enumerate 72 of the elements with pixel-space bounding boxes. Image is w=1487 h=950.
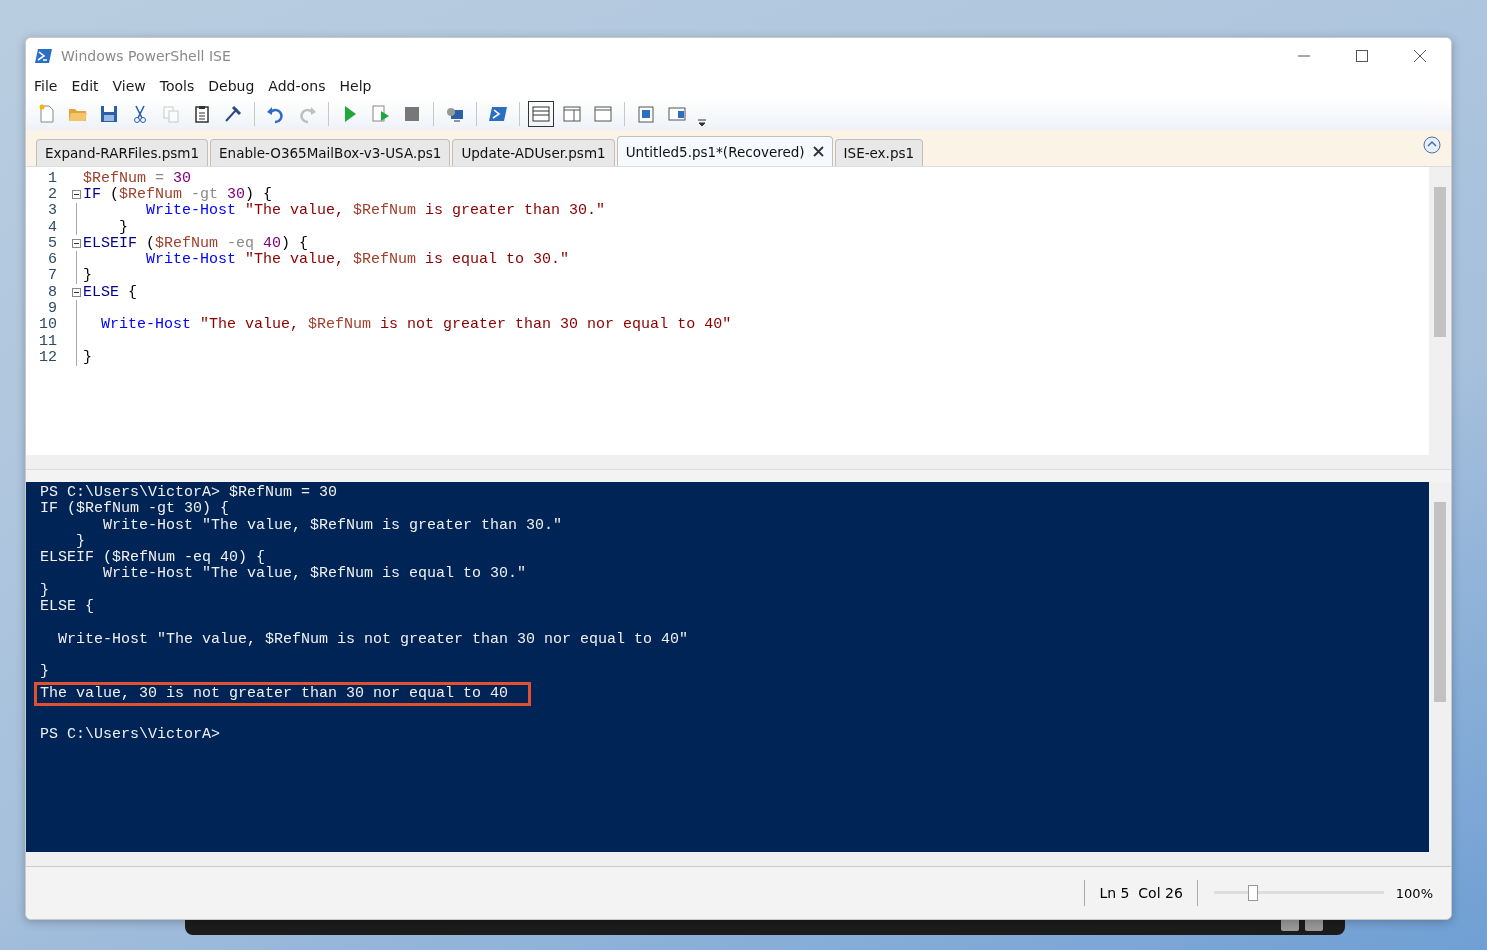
console-line: }: [40, 663, 49, 681]
clipboard-icon[interactable]: [192, 104, 212, 124]
line-number: 5: [47, 234, 58, 252]
line-number: 2: [47, 185, 58, 203]
file-tab[interactable]: Enable-O365MailBox-v3-USA.ps1: [210, 139, 451, 166]
code-line: }: [83, 267, 92, 285]
line-number: 10: [38, 316, 58, 334]
code-line: IF ($RefNum -gt 30) {: [83, 185, 273, 203]
zoom-level: 100%: [1395, 885, 1433, 901]
code-line: $RefNum = 30: [83, 169, 192, 187]
menu-item[interactable]: Edit: [71, 78, 99, 94]
file-tab[interactable]: Untitled5.ps1*(Recovered): [616, 136, 833, 166]
console-line: Write-Host "The value, $RefNum is greater than 30.": [102, 516, 563, 534]
script-pane-icon[interactable]: [636, 104, 656, 124]
console-line: ELSEIF ($RefNum -eq 40) {: [40, 549, 266, 567]
line-number: 6: [47, 251, 58, 269]
console-line: The value, 30 is not greater than 30 nor equal to 40: [40, 684, 509, 702]
maximize-icon[interactable]: [1355, 49, 1369, 63]
powershell-icon: [35, 48, 53, 64]
console-line: Write-Host "The value, $RefNum is equal to 30.": [102, 565, 527, 583]
console-line: PS C:\Users\VictorA>: [40, 725, 221, 743]
code-line: ELSEIF ($RefNum -eq 40) {: [83, 234, 309, 252]
code-line: Write-Host "The value, $RefNum is not greater than 30 nor equal to 40": [100, 316, 732, 334]
horizontal-scrollbar[interactable]: [26, 455, 1451, 469]
code-line: }: [118, 218, 128, 236]
layout-right-icon[interactable]: [562, 104, 582, 124]
line-number: 12: [38, 348, 58, 366]
console-line: Write-Host "The value, $RefNum is not greater than 30 nor equal to 40": [57, 630, 689, 648]
menu-item[interactable]: Tools: [159, 78, 195, 94]
menu-item[interactable]: View: [112, 78, 146, 94]
menu-item[interactable]: Help: [339, 78, 372, 94]
powershell-console-icon[interactable]: [488, 104, 508, 124]
code-line: Write-Host "The value, $RefNum is equal to 30.": [145, 251, 570, 269]
menu-item[interactable]: Debug: [208, 78, 255, 94]
cursor-position: Ln 5 Col 26: [1099, 885, 1183, 901]
file-tab[interactable]: Update-ADUser.psm1: [452, 139, 615, 166]
code-line: ELSE {: [83, 283, 138, 301]
close-icon[interactable]: [812, 146, 824, 157]
line-number: 7: [47, 267, 58, 285]
vertical-scrollbar[interactable]: [1429, 167, 1451, 455]
collapse-box-icon[interactable]: [72, 287, 81, 297]
line-number: 8: [47, 283, 58, 301]
close-icon[interactable]: [1413, 49, 1427, 63]
code-line: Write-Host "The value, $RefNum is greater than 30.": [145, 202, 606, 220]
file-tab[interactable]: Expand-RARFiles.psm1: [36, 139, 209, 166]
line-number: 9: [47, 300, 58, 318]
window-title: Windows PowerShell ISE: [61, 48, 231, 64]
console-line: ELSE {: [40, 598, 94, 616]
file-tab[interactable]: ISE-ex.ps1: [834, 139, 924, 166]
layout-top-icon[interactable]: [531, 104, 551, 124]
console-line: }: [75, 532, 85, 550]
menu-item[interactable]: File: [34, 78, 58, 94]
line-number: 4: [47, 218, 58, 236]
broom-icon[interactable]: [223, 104, 243, 124]
line-number: 11: [38, 332, 58, 350]
layout-maximized-icon[interactable]: [593, 104, 613, 124]
stop-icon[interactable]: [402, 104, 422, 124]
console-line: }: [40, 581, 49, 599]
dropdown-arrow-icon[interactable]: [698, 119, 706, 127]
console-line: IF ($RefNum -gt 30) {: [40, 500, 230, 518]
line-number: 3: [47, 202, 58, 220]
collapse-box-icon[interactable]: [72, 189, 81, 199]
line-number: 1: [47, 169, 58, 187]
console-line: PS C:\Users\VictorA> $RefNum = 30: [40, 484, 338, 501]
run-selection-icon[interactable]: [371, 104, 391, 124]
save-icon[interactable]: [99, 104, 119, 124]
horizontal-scrollbar[interactable]: [26, 852, 1451, 866]
command-pane-icon[interactable]: [667, 104, 687, 124]
menu-item[interactable]: Add-ons: [268, 78, 326, 94]
collapse-box-icon[interactable]: [72, 238, 81, 248]
collapse-icon[interactable]: [1423, 136, 1441, 154]
code-line: }: [83, 348, 92, 366]
